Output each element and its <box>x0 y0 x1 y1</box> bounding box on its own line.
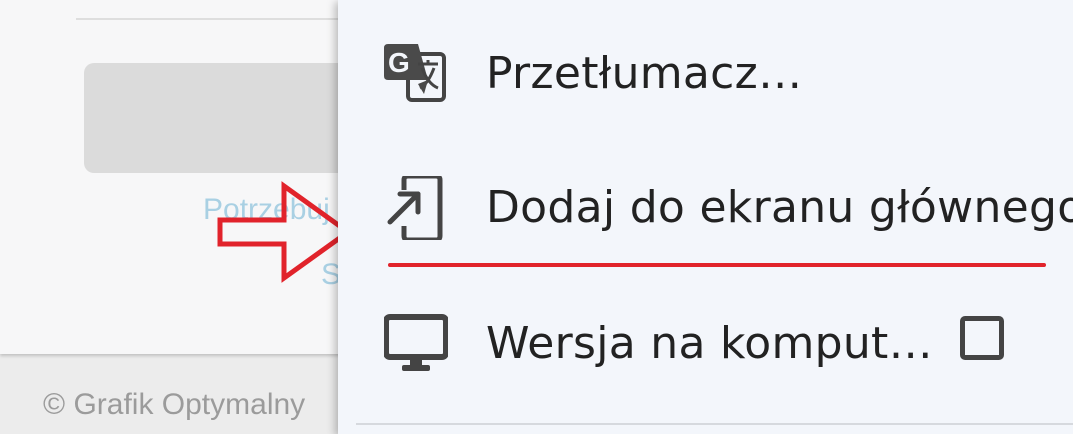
annotation-arrow-icon <box>217 181 353 283</box>
menu-item-label: Dodaj do ekranu głównego <box>486 182 1073 233</box>
menu-item-label: Wersja na komput… <box>486 318 933 369</box>
context-menu: G Przetłumacz… Dodaj do ekranu głównego … <box>338 0 1073 434</box>
menu-item-translate[interactable]: G Przetłumacz… <box>338 4 1073 140</box>
footer-copyright: © Grafik Optymalny <box>43 388 306 421</box>
menu-item-add-to-home-screen[interactable]: Dodaj do ekranu głównego <box>338 140 1073 276</box>
svg-text:G: G <box>388 47 410 78</box>
annotation-underline <box>388 263 1046 267</box>
page-divider <box>76 18 376 20</box>
menu-item-label: Przetłumacz… <box>486 48 803 99</box>
menu-item-desktop-site[interactable]: Wersja na komput… <box>338 276 1073 412</box>
menu-divider <box>356 423 1073 425</box>
add-to-home-screen-icon <box>384 176 448 240</box>
desktop-monitor-icon <box>384 311 448 375</box>
screen: Potrzebuj S © Grafik Optymalny G Przetłu… <box>0 0 1073 434</box>
google-translate-icon: G <box>384 40 448 104</box>
desktop-site-checkbox[interactable] <box>960 316 1004 360</box>
